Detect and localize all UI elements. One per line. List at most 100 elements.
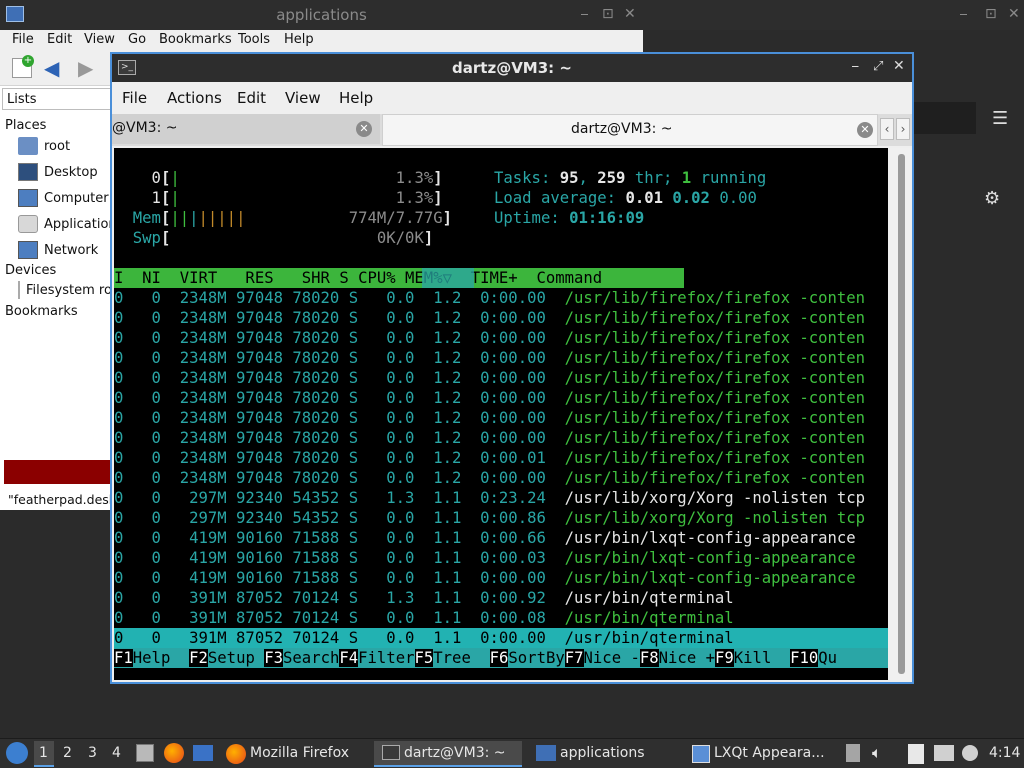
fkey-f4[interactable]: F4 bbox=[339, 649, 359, 667]
fm-menu-edit[interactable]: Edit bbox=[47, 32, 72, 47]
file-manager-launcher-icon[interactable] bbox=[136, 744, 154, 762]
network-status-icon[interactable] bbox=[934, 745, 954, 761]
table-row[interactable]: 0 0 419M 90160 71588 S 0.0 1.1 0:00.03 /… bbox=[114, 548, 856, 568]
term-menu-file[interactable]: File bbox=[122, 89, 147, 107]
terminal-tab[interactable]: @VM3: ~ ✕ bbox=[112, 114, 380, 144]
gear-icon[interactable]: ⚙ bbox=[984, 188, 1000, 209]
fkey-label[interactable]: Nice + bbox=[659, 649, 715, 667]
fkey-f9[interactable]: F9 bbox=[715, 649, 734, 667]
taskbar-task-firefox[interactable]: Mozilla Firefox bbox=[222, 741, 362, 767]
running-count: 1 bbox=[681, 169, 692, 187]
close-icon[interactable]: ✕ bbox=[893, 58, 905, 74]
fkey-label[interactable]: SortBy bbox=[508, 649, 564, 667]
desktop-switch-1[interactable]: 1 bbox=[34, 741, 54, 767]
desktop-switch-2[interactable]: 2 bbox=[63, 745, 72, 761]
terminal-scrollbar[interactable] bbox=[890, 148, 912, 680]
table-row[interactable]: 0 0 2348M 97048 78020 S 0.0 1.2 0:00.00 … bbox=[114, 468, 865, 488]
fm-menu-help[interactable]: Help bbox=[284, 32, 314, 47]
maximize-icon[interactable]: ⤢ bbox=[873, 59, 883, 74]
taskbar-task-appearance[interactable]: LXQt Appeara... bbox=[686, 741, 834, 767]
fm-menu-file[interactable]: File bbox=[12, 32, 34, 47]
forward-arrow-icon[interactable]: ▶ bbox=[78, 56, 93, 80]
table-row[interactable]: 0 0 2348M 97048 78020 S 0.0 1.2 0:00.00 … bbox=[114, 348, 865, 368]
table-row[interactable]: 0 0 2348M 97048 78020 S 0.0 1.2 0:00.00 … bbox=[114, 408, 865, 428]
table-row[interactable]: 0 0 2348M 97048 78020 S 0.0 1.2 0:00.00 … bbox=[114, 328, 865, 348]
fkey-label[interactable]: Filter bbox=[358, 649, 414, 667]
desktop-switch-4[interactable]: 4 bbox=[112, 745, 121, 761]
table-row[interactable]: 0 0 419M 90160 71588 S 0.0 1.1 0:00.00 /… bbox=[114, 568, 856, 588]
close-icon[interactable]: ✕ bbox=[1008, 6, 1020, 22]
table-row[interactable]: 0 0 2348M 97048 78020 S 0.0 1.2 0:00.00 … bbox=[114, 308, 865, 328]
fm-menu-view[interactable]: View bbox=[84, 32, 115, 47]
restore-icon[interactable]: ⊡ bbox=[985, 6, 997, 22]
table-row[interactable]: 0 0 2348M 97048 78020 S 0.0 1.2 0:00.00 … bbox=[114, 288, 865, 308]
hamburger-menu-icon[interactable]: ☰ bbox=[992, 108, 1008, 129]
fkey-label[interactable]: Search bbox=[283, 649, 339, 667]
fkey-f8[interactable]: F8 bbox=[639, 649, 659, 667]
fkey-label[interactable]: Tree bbox=[433, 649, 489, 667]
fkey-label[interactable]: Nice - bbox=[584, 649, 640, 667]
minimize-icon[interactable]: ⎯ bbox=[581, 6, 588, 22]
back-arrow-icon[interactable]: ◀ bbox=[44, 56, 59, 80]
table-row[interactable]: 0 0 2348M 97048 78020 S 0.0 1.2 0:00.00 … bbox=[114, 428, 865, 448]
close-tab-icon[interactable]: ✕ bbox=[356, 121, 372, 137]
sidebar-item-computer[interactable]: Computer bbox=[18, 187, 109, 209]
close-icon[interactable]: ✕ bbox=[624, 6, 636, 22]
sidebar-item-applications[interactable]: Applications bbox=[18, 213, 123, 235]
firefox-launcher-icon[interactable] bbox=[164, 743, 184, 763]
table-row[interactable]: 0 0 419M 90160 71588 S 0.0 1.1 0:00.66 /… bbox=[114, 528, 856, 548]
table-row[interactable]: 0 0 391M 87052 70124 S 0.0 1.1 0:00.00 /… bbox=[114, 628, 888, 648]
volume-icon[interactable]: 🔈︎ bbox=[872, 743, 882, 763]
fm-menu-go[interactable]: Go bbox=[128, 32, 146, 47]
fkey-f10[interactable]: F10 bbox=[790, 649, 819, 667]
fm-menu-bookmarks[interactable]: Bookmarks bbox=[159, 32, 232, 47]
fkey-label[interactable]: Help bbox=[133, 649, 189, 667]
sidebar-item-filesystem[interactable]: Filesystem root bbox=[18, 279, 112, 301]
table-row[interactable]: 0 0 391M 87052 70124 S 0.0 1.1 0:00.08 /… bbox=[114, 608, 734, 628]
show-desktop-icon[interactable] bbox=[193, 745, 213, 761]
desktop-switch-3[interactable]: 3 bbox=[88, 745, 97, 761]
scrollbar-thumb[interactable] bbox=[898, 154, 905, 674]
tab-scroll-right-icon[interactable]: › bbox=[896, 118, 910, 140]
htop-column-header[interactable]: I NI VIRT RES SHR S CPU% MEM%▽ TIME+ Com… bbox=[114, 268, 684, 288]
fkey-f1[interactable]: F1 bbox=[114, 649, 133, 667]
table-row[interactable]: 0 0 297M 92340 54352 S 1.3 1.1 0:23.24 /… bbox=[114, 488, 865, 508]
close-tab-icon[interactable]: ✕ bbox=[857, 122, 873, 138]
fkey-f5[interactable]: F5 bbox=[414, 649, 434, 667]
side-pane-selector[interactable]: Lists bbox=[2, 88, 112, 110]
taskbar-task-terminal[interactable]: dartz@VM3: ~ bbox=[374, 741, 522, 767]
fkey-label[interactable]: Setup bbox=[208, 649, 264, 667]
clipboard-icon[interactable] bbox=[908, 744, 924, 764]
new-tab-icon[interactable]: + bbox=[12, 55, 34, 78]
table-row[interactable]: 0 0 2348M 97048 78020 S 0.0 1.2 0:00.00 … bbox=[114, 388, 865, 408]
restore-icon[interactable]: ⊡ bbox=[602, 6, 614, 22]
minimize-icon[interactable]: ⎯ bbox=[960, 6, 967, 22]
term-menu-view[interactable]: View bbox=[285, 89, 321, 107]
htop-screen[interactable]: 0[| 1.3%] 1[| 1.3%] Mem[|||||||| 774M/7.… bbox=[114, 148, 888, 680]
terminal-tab-active[interactable]: dartz@VM3: ~ ✕ bbox=[382, 114, 878, 146]
table-row[interactable]: 0 0 391M 87052 70124 S 1.3 1.1 0:00.92 /… bbox=[114, 588, 734, 608]
table-row[interactable]: 0 0 2348M 97048 78020 S 0.0 1.2 0:00.00 … bbox=[114, 368, 865, 388]
fm-menu-tools[interactable]: Tools bbox=[238, 32, 270, 47]
fkey-label[interactable]: Qu bbox=[818, 649, 837, 667]
table-row[interactable]: 0 0 297M 92340 54352 S 0.0 1.1 0:00.86 /… bbox=[114, 508, 865, 528]
fkey-label[interactable]: Kill bbox=[734, 649, 790, 667]
fkey-f7[interactable]: F7 bbox=[564, 649, 584, 667]
term-menu-help[interactable]: Help bbox=[339, 89, 373, 107]
clock[interactable]: 4:14 bbox=[989, 745, 1020, 761]
sidebar-item-root[interactable]: root bbox=[18, 135, 70, 157]
term-menu-actions[interactable]: Actions bbox=[167, 89, 222, 107]
table-row[interactable]: 0 0 2348M 97048 78020 S 0.0 1.2 0:00.01 … bbox=[114, 448, 865, 468]
notification-icon[interactable] bbox=[962, 745, 978, 761]
term-menu-edit[interactable]: Edit bbox=[237, 89, 266, 107]
start-menu-icon[interactable] bbox=[6, 742, 28, 764]
fkey-f2[interactable]: F2 bbox=[189, 649, 208, 667]
tab-scroll-left-icon[interactable]: ‹ bbox=[880, 118, 894, 140]
sidebar-item-desktop[interactable]: Desktop bbox=[18, 161, 98, 183]
fkey-f3[interactable]: F3 bbox=[264, 649, 284, 667]
update-notifier-icon[interactable] bbox=[846, 744, 860, 762]
taskbar-task-files[interactable]: applications bbox=[530, 741, 678, 767]
minimize-icon[interactable]: ⎯ bbox=[852, 59, 859, 74]
sidebar-item-network[interactable]: Network bbox=[18, 239, 98, 261]
fkey-f6[interactable]: F6 bbox=[489, 649, 509, 667]
